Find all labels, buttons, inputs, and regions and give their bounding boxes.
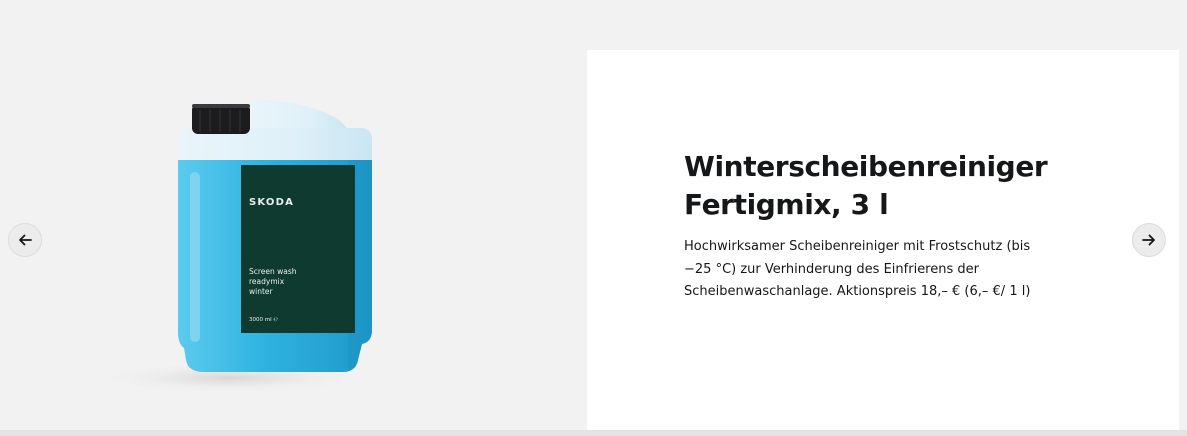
divider bbox=[0, 430, 1187, 436]
product-image: SKODA Screen wash readymix winter 3000 m… bbox=[80, 60, 460, 400]
label-volume: 3000 ml ℮ bbox=[249, 317, 279, 323]
label-brand: SKODA bbox=[249, 197, 295, 208]
product-info-card: Winterscheibenreiniger Fertigmix, 3 l Ho… bbox=[587, 50, 1179, 430]
label-line1: Screen wash bbox=[249, 267, 297, 276]
arrow-left-icon bbox=[19, 234, 32, 246]
product-title: Winterscheibenreiniger Fertigmix, 3 l bbox=[684, 148, 1104, 224]
product-description: Hochwirksamer Scheibenreiniger mit Frost… bbox=[684, 239, 1031, 299]
product-title-line1: Winterscheibenreiniger bbox=[684, 150, 1048, 183]
carousel-next-button[interactable] bbox=[1132, 223, 1166, 257]
product-label: SKODA Screen wash readymix winter 3000 m… bbox=[241, 165, 355, 333]
label-line2: readymix bbox=[249, 277, 285, 286]
product-title-line2: Fertigmix, 3 l bbox=[684, 188, 889, 221]
label-line3: winter bbox=[249, 287, 273, 296]
carousel-prev-button[interactable] bbox=[8, 223, 42, 257]
product-carousel: SKODA Screen wash readymix winter 3000 m… bbox=[0, 0, 1187, 436]
arrow-right-icon bbox=[1142, 234, 1155, 246]
